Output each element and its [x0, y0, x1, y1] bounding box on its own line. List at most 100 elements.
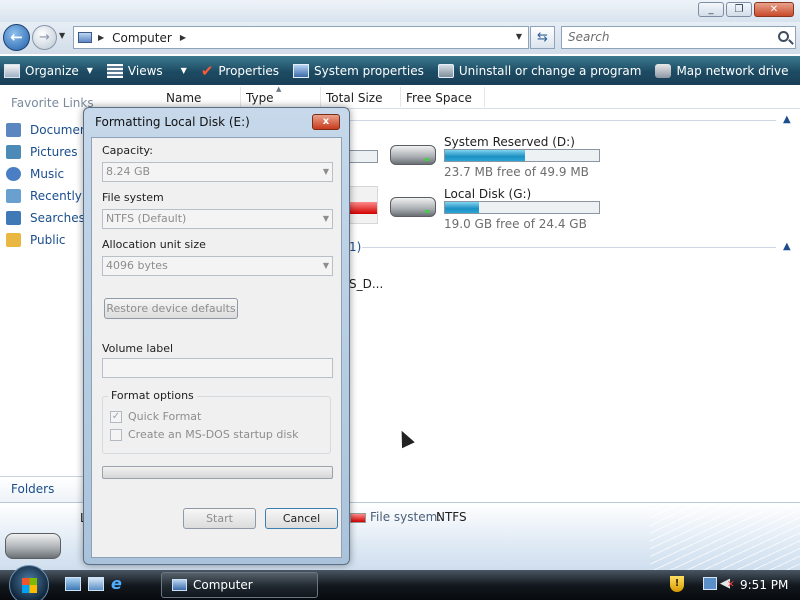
properties-icon: ✔	[200, 61, 214, 80]
system-properties-button[interactable]: System properties	[293, 63, 424, 78]
allocation-unit-value: 4096 bytes	[106, 259, 168, 272]
show-desktop-icon[interactable]	[65, 577, 81, 591]
internet-explorer-icon[interactable]: e	[111, 576, 127, 592]
volume-label-input[interactable]	[102, 358, 333, 378]
address-toolbar: ← → ▼ ▶ Computer ▶ ▼ ⇆ Search	[0, 22, 800, 54]
column-divider[interactable]	[320, 87, 321, 107]
computer-icon	[78, 32, 92, 43]
organize-button[interactable]: Organize ▼	[4, 63, 93, 78]
breadcrumb-chevron-icon[interactable]: ▶	[180, 33, 186, 42]
group-separator	[362, 247, 776, 248]
public-folder-icon	[6, 233, 21, 247]
drive-item-system-reserved[interactable]: System Reserved (D:) 23.7 MB free of 49.…	[390, 135, 610, 181]
item-name-fragment[interactable]: S_D...	[349, 277, 383, 291]
search-icon[interactable]	[778, 31, 789, 42]
taskbar-button-label: Computer	[193, 578, 253, 592]
hard-disk-icon	[390, 197, 436, 217]
map-network-drive-label: Map network drive	[676, 63, 789, 78]
drive-free-space: 23.7 MB free of 49.9 MB	[444, 165, 589, 179]
uninstall-label: Uninstall or change a program	[458, 63, 642, 78]
dialog-close-button[interactable]: x	[312, 114, 340, 130]
checkbox-unchecked-icon	[110, 428, 122, 441]
favorite-links-title: Favorite Links	[11, 96, 94, 110]
breadcrumb-computer[interactable]: Computer	[112, 31, 172, 45]
drive-item-local-disk-g[interactable]: Local Disk (G:) 19.0 GB free of 24.4 GB	[390, 187, 610, 233]
sidebar-item-label: Pictures	[30, 145, 78, 159]
allocation-unit-select[interactable]: 4096 bytes ▼	[102, 256, 333, 276]
column-free-space[interactable]: Free Space	[406, 91, 472, 105]
file-system-value: NTFS (Default)	[106, 212, 187, 225]
taskbar-button-computer[interactable]: Computer	[161, 572, 318, 598]
minimize-button[interactable]: _	[698, 2, 724, 17]
map-network-drive-button[interactable]: Map network drive	[655, 63, 789, 78]
file-system-select[interactable]: NTFS (Default) ▼	[102, 209, 333, 229]
address-box[interactable]: ▶ Computer ▶ ▼	[73, 26, 529, 49]
msdos-startup-checkbox[interactable]: Create an MS-DOS startup disk	[110, 428, 299, 441]
network-icon[interactable]	[703, 577, 717, 590]
pictures-icon	[6, 145, 21, 159]
drive-free-space: 19.0 GB free of 24.4 GB	[444, 217, 587, 231]
views-icon	[106, 63, 123, 78]
column-divider[interactable]	[240, 87, 241, 107]
security-shield-icon[interactable]: !	[670, 576, 684, 592]
close-window-button[interactable]: ✕	[754, 2, 794, 17]
decorative-swirl	[650, 503, 800, 571]
sidebar-item-label: Public	[30, 233, 66, 247]
uninstall-button[interactable]: Uninstall or change a program	[437, 63, 642, 78]
search-placeholder: Search	[568, 30, 610, 44]
checkbox-checked-icon: ✓	[110, 410, 122, 423]
organize-icon	[4, 63, 20, 78]
hard-disk-icon	[390, 145, 436, 165]
sidebar-item-label: Searches	[30, 211, 85, 225]
column-total-size[interactable]: Total Size	[326, 91, 382, 105]
column-divider[interactable]	[400, 87, 401, 107]
switch-windows-icon[interactable]	[88, 577, 104, 591]
drive-name: System Reserved (D:)	[444, 135, 575, 149]
start-button[interactable]	[9, 565, 49, 600]
capacity-select[interactable]: 8.24 GB ▼	[102, 162, 333, 182]
dialog-title: Formatting Local Disk (E:)	[95, 115, 250, 129]
recent-pages-dropdown[interactable]: ▼	[59, 31, 65, 40]
group-separator	[348, 120, 776, 121]
properties-button[interactable]: ✔ Properties	[200, 61, 279, 80]
refresh-button[interactable]: ⇆	[530, 26, 555, 49]
column-type[interactable]: Type	[246, 91, 274, 105]
sidebar-item-label: Music	[30, 167, 65, 181]
taskbar: e Computer ! ◀ ✕ 9:51 PM	[0, 565, 800, 600]
group-header-fragment[interactable]: 1)	[349, 240, 361, 254]
drive-usage-bar	[444, 149, 600, 162]
window-controls: _ ❐ ✕	[698, 2, 794, 17]
system-properties-label: System properties	[314, 63, 424, 78]
column-name[interactable]: Name	[166, 91, 201, 105]
column-divider[interactable]	[484, 87, 485, 107]
maximize-button[interactable]: ❐	[726, 2, 752, 17]
documents-icon	[6, 123, 21, 137]
windows-logo-icon	[22, 578, 37, 593]
address-dropdown-icon[interactable]: ▼	[516, 32, 522, 41]
music-icon	[6, 167, 21, 181]
collapse-group-icon[interactable]: ▲	[783, 241, 791, 252]
system-tray: ! ◀ ✕ 9:51 PM	[665, 570, 800, 600]
search-input[interactable]: Search	[561, 26, 796, 49]
forward-button[interactable]: →	[32, 25, 57, 50]
drive-usage-fill	[445, 202, 479, 213]
views-label: Views	[127, 63, 163, 78]
uninstall-icon	[437, 63, 454, 78]
cancel-button[interactable]: Cancel	[265, 508, 338, 529]
restore-defaults-button[interactable]: Restore device defaults	[104, 298, 238, 319]
back-button[interactable]: ←	[3, 24, 30, 51]
clock[interactable]: 9:51 PM	[740, 578, 788, 592]
collapse-group-icon[interactable]: ▲	[783, 114, 791, 125]
views-button[interactable]: Views ▼	[106, 63, 187, 78]
quick-format-label: Quick Format	[128, 410, 202, 423]
chevron-down-icon: ▼	[180, 66, 187, 75]
chevron-down-icon: ▼	[322, 167, 329, 176]
drive-usage-bar	[350, 513, 366, 523]
format-dialog: Formatting Local Disk (E:) x Capacity: 8…	[83, 107, 350, 565]
quick-format-checkbox[interactable]: ✓ Quick Format	[110, 410, 201, 423]
map-network-drive-icon	[655, 63, 672, 78]
breadcrumb-chevron-icon[interactable]: ▶	[98, 33, 104, 42]
start-button[interactable]: Start	[183, 508, 256, 529]
partial-drive-item[interactable]	[348, 186, 378, 224]
organize-label: Organize	[25, 63, 79, 78]
